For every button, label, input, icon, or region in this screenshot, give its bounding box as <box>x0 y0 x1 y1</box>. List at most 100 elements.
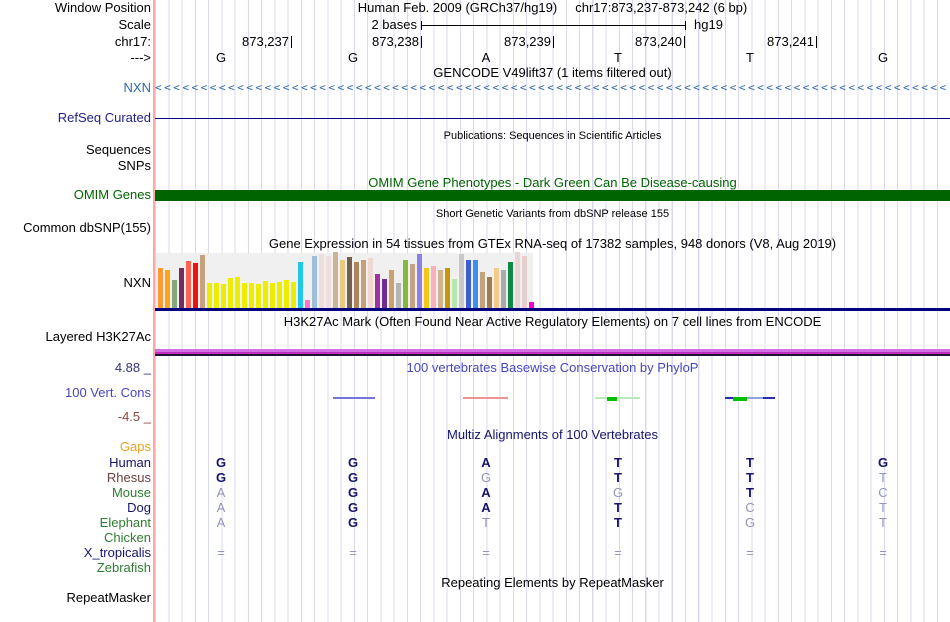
scale-bar-right-tick <box>685 21 686 30</box>
species-label-elephant[interactable]: Elephant <box>100 516 151 530</box>
ruler-tick-label[interactable]: 873,241 <box>767 35 814 49</box>
gtex-bar[interactable] <box>494 268 499 308</box>
conservation-segment[interactable] <box>595 397 640 399</box>
ruler-tick-label[interactable]: 873,238 <box>372 35 419 49</box>
alignment-base: A <box>216 500 226 515</box>
species-label-chicken[interactable]: Chicken <box>104 531 151 545</box>
gtex-bar[interactable] <box>459 254 464 308</box>
conservation-segment[interactable] <box>463 397 508 399</box>
ruler-tick-mark <box>684 36 685 48</box>
gtex-bar[interactable] <box>228 278 233 308</box>
species-label-x_tropicalis[interactable]: X_tropicalis <box>84 546 151 560</box>
conservation-segment[interactable] <box>333 397 375 399</box>
omim-gene-bar[interactable] <box>155 190 950 201</box>
gtex-bar[interactable] <box>403 260 408 308</box>
gtex-bar[interactable] <box>172 280 177 308</box>
gtex-bar[interactable] <box>452 279 457 308</box>
gtex-bar[interactable] <box>291 282 296 308</box>
gtex-bar[interactable] <box>382 279 387 308</box>
gtex-bar[interactable] <box>284 280 289 308</box>
gtex-bar[interactable] <box>193 263 198 308</box>
gtex-bar[interactable] <box>375 274 380 308</box>
species-label-gaps[interactable]: Gaps <box>120 440 151 454</box>
species-label-zebrafish[interactable]: Zebrafish <box>97 561 151 575</box>
gtex-bar[interactable] <box>389 270 394 308</box>
ruler-tick-label[interactable]: 873,239 <box>504 35 551 49</box>
omim-track-label[interactable]: OMIM Genes <box>74 188 151 202</box>
gtex-bar[interactable] <box>487 277 492 308</box>
species-label-rhesus[interactable]: Rhesus <box>107 471 151 485</box>
track-display-area[interactable]: Human Feb. 2009 (GRCh37/hg19) chr17:873,… <box>153 0 950 622</box>
gtex-bar[interactable] <box>417 254 422 308</box>
conservation-track-label[interactable]: 100 Vert. Cons <box>65 386 151 400</box>
gtex-bar[interactable] <box>522 256 527 308</box>
ruler-base: A <box>481 50 491 65</box>
gtex-bar[interactable] <box>361 260 366 308</box>
gtex-bar[interactable] <box>368 258 373 308</box>
conservation-segment[interactable] <box>607 397 617 401</box>
gtex-gene-label[interactable]: NXN <box>124 276 151 290</box>
gtex-bar[interactable] <box>158 268 163 308</box>
gtex-bar[interactable] <box>347 257 352 308</box>
gtex-bar[interactable] <box>270 283 275 308</box>
gtex-bars[interactable] <box>156 252 534 308</box>
refseq-track-label[interactable]: RefSeq Curated <box>58 111 151 125</box>
ruler-tick-label[interactable]: 873,240 <box>635 35 682 49</box>
gtex-bar[interactable] <box>424 268 429 308</box>
gtex-bar[interactable] <box>431 266 436 308</box>
nxn-strand-arrows[interactable]: <<<<<<<<<<<<<<<<<<<<<<<<<<<<<<<<<<<<<<<<… <box>155 81 950 95</box>
alignment-base: G <box>347 470 359 485</box>
gtex-bar[interactable] <box>277 282 282 308</box>
alignment-base: T <box>614 500 622 515</box>
gtex-bar[interactable] <box>340 260 345 308</box>
publications-snps-label[interactable]: SNPs <box>118 159 151 173</box>
h3k27ac-track-label[interactable]: Layered H3K27Ac <box>45 330 151 344</box>
gtex-bar[interactable] <box>354 262 359 308</box>
gtex-bar[interactable] <box>333 252 338 308</box>
gtex-bar[interactable] <box>165 270 170 308</box>
gtex-bar[interactable] <box>445 268 450 308</box>
gtex-bar[interactable] <box>235 277 240 308</box>
gtex-bar[interactable] <box>473 260 478 308</box>
gtex-bar[interactable] <box>305 300 310 308</box>
gtex-bar[interactable] <box>214 283 219 308</box>
gtex-bar[interactable] <box>186 261 191 308</box>
gtex-bar[interactable] <box>242 283 247 308</box>
refseq-gene-line[interactable] <box>155 118 950 119</box>
gtex-bar[interactable] <box>515 252 520 308</box>
gencode-gene-label[interactable]: NXN <box>124 81 151 95</box>
gtex-bar[interactable] <box>179 268 184 308</box>
gtex-bar[interactable] <box>312 256 317 308</box>
ruler-tick-mark <box>553 36 554 48</box>
repeatmasker-track-label[interactable]: RepeatMasker <box>66 591 151 605</box>
gtex-bar[interactable] <box>501 270 506 308</box>
dbsnp-track-label[interactable]: Common dbSNP(155) <box>23 221 151 235</box>
species-label-human[interactable]: Human <box>109 456 151 470</box>
alignment-base: = <box>746 545 754 560</box>
gtex-bar[interactable] <box>480 272 485 308</box>
conservation-segment[interactable] <box>733 397 747 401</box>
alignment-base: G <box>347 515 359 530</box>
gtex-bar[interactable] <box>207 283 212 308</box>
conservation-segment[interactable] <box>763 397 775 399</box>
gtex-bar[interactable] <box>466 260 471 308</box>
gtex-bar[interactable] <box>410 264 415 308</box>
gtex-bar[interactable] <box>256 284 261 308</box>
h3k27ac-layered-bar[interactable] <box>155 349 950 356</box>
alignment-base: G <box>347 500 359 515</box>
gtex-bar[interactable] <box>298 262 303 308</box>
gtex-bar[interactable] <box>319 254 324 308</box>
gtex-bar[interactable] <box>326 256 331 308</box>
gtex-bar[interactable] <box>221 284 226 308</box>
species-label-mouse[interactable]: Mouse <box>112 486 151 500</box>
gtex-bar[interactable] <box>249 283 254 308</box>
ruler-tick-label[interactable]: 873,237 <box>242 35 289 49</box>
gtex-bar[interactable] <box>508 262 513 308</box>
gtex-bar[interactable] <box>200 255 205 308</box>
gtex-bar[interactable] <box>438 270 443 308</box>
gtex-bar[interactable] <box>263 281 268 308</box>
gtex-bar[interactable] <box>396 283 401 308</box>
species-label-dog[interactable]: Dog <box>127 501 151 515</box>
alignment-base: G <box>480 470 492 485</box>
publications-sequences-label[interactable]: Sequences <box>86 143 151 157</box>
